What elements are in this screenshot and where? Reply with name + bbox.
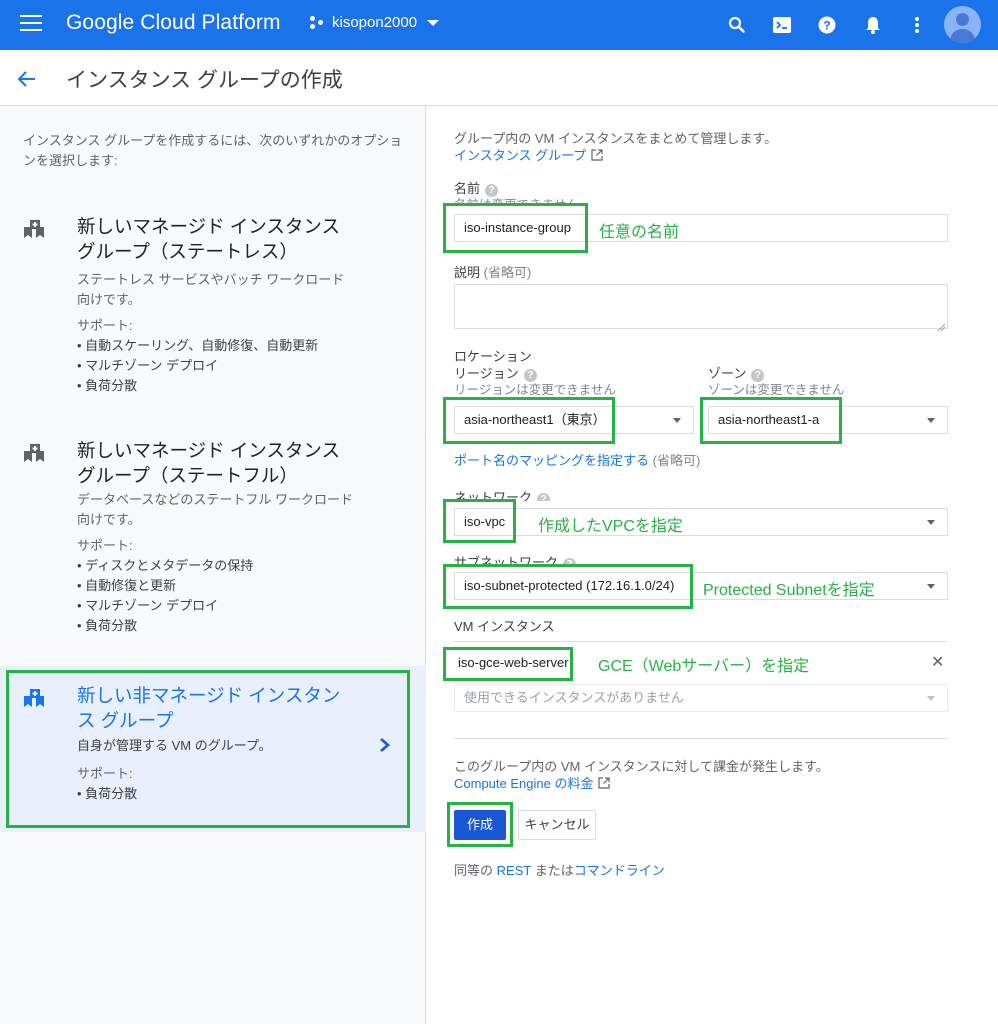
instance-group-icon bbox=[24, 688, 46, 710]
page-header: インスタンス グループの作成 bbox=[0, 50, 998, 106]
support-label: サポート: bbox=[77, 318, 133, 333]
support-item: ディスクとメタデータの保持 bbox=[77, 556, 377, 576]
pricing-link-text: Compute Engine の料金 bbox=[454, 776, 594, 791]
main-menu-icon[interactable] bbox=[20, 15, 42, 33]
dropdown-arrow-icon bbox=[927, 584, 935, 589]
port-mapping-link[interactable]: ポート名のマッピングを指定する bbox=[454, 453, 649, 468]
billing-note: このグループ内の VM インスタンスに対して課金が発生します。 bbox=[454, 759, 829, 774]
region-select[interactable]: asia-northeast1（東京） bbox=[454, 406, 694, 434]
option-title: 新しいマネージド インスタンス グループ（ステートレス） bbox=[77, 216, 341, 262]
dropdown-arrow-icon bbox=[927, 520, 935, 525]
app-brand[interactable]: Google Cloud Platform bbox=[66, 11, 281, 35]
project-icon bbox=[310, 15, 326, 31]
back-arrow-icon[interactable] bbox=[16, 68, 38, 90]
support-item: 負荷分散 bbox=[77, 784, 377, 804]
support-item: マルチゾーン デプロイ bbox=[77, 356, 377, 376]
option-support: サポート: ディスクとメタデータの保持 自動修復と更新 マルチゾーン デプロイ … bbox=[77, 536, 377, 636]
vm-instance-chip: iso-gce-web-server bbox=[458, 655, 569, 670]
search-icon[interactable] bbox=[726, 14, 748, 36]
instance-group-docs-link[interactable]: インスタンス グループ bbox=[454, 147, 603, 165]
divider bbox=[454, 641, 948, 642]
zone-value: asia-northeast1-a bbox=[718, 412, 820, 427]
annotation-name: 任意の名前 bbox=[599, 224, 680, 241]
port-mapping-row: ポート名のマッピングを指定する (省略可) bbox=[454, 452, 700, 470]
option-description: 自身が管理する VM のグループ。 bbox=[77, 738, 272, 753]
optional-label: (省略可) bbox=[652, 453, 701, 468]
subnetwork-value: iso-subnet-protected (172.16.1.0/24) bbox=[464, 578, 675, 593]
create-button[interactable]: 作成 bbox=[454, 810, 506, 840]
option-unmanaged[interactable]: 新しい非マネージド インスタンス グループ 自身が管理する VM のグループ。 … bbox=[0, 666, 426, 832]
notifications-icon[interactable] bbox=[862, 14, 884, 36]
dropdown-arrow-icon bbox=[927, 696, 935, 701]
chevron-down-icon bbox=[427, 19, 440, 26]
create-form: グループ内の VM インスタンスをまとめて管理します。 インスタンス グループ … bbox=[427, 106, 998, 1024]
zone-select[interactable]: asia-northeast1-a bbox=[708, 406, 948, 434]
annotation-network: 作成したVPCを指定 bbox=[538, 518, 683, 535]
option-description: ステートレス サービスやバッチ ワークロード向けです。 bbox=[77, 272, 345, 307]
support-label: サポート: bbox=[77, 538, 133, 553]
open-in-new-icon bbox=[591, 148, 603, 161]
option-support: サポート: 自動スケーリング、自動修復、自動更新 マルチゾーン デプロイ 負荷分… bbox=[77, 316, 377, 396]
project-name: kisopon2000 bbox=[332, 14, 418, 31]
option-list-panel: インスタンス グループを作成するには、次のいずれかのオプションを選択します: 新… bbox=[0, 106, 426, 1024]
pricing-link[interactable]: Compute Engine の料金 bbox=[454, 775, 611, 793]
help-icon[interactable]: ? bbox=[537, 493, 551, 501]
docs-link-text: インスタンス グループ bbox=[454, 148, 587, 163]
description-label: 説明 (省略可) bbox=[454, 265, 532, 280]
subnetwork-label: サブネットワーク? bbox=[454, 552, 577, 566]
more-vert-icon[interactable] bbox=[906, 14, 928, 36]
region-value: asia-northeast1（東京） bbox=[464, 412, 606, 427]
annotation-subnetwork: Protected Subnetを指定 bbox=[703, 582, 875, 599]
name-sublabel: 名前は変更できません。 bbox=[454, 198, 592, 206]
cancel-button[interactable]: キャンセル bbox=[518, 810, 596, 840]
option-managed-stateless[interactable]: 新しいマネージド インスタンス グループ（ステートレス） ステートレス サービス… bbox=[0, 214, 426, 404]
name-value: iso-instance-group bbox=[464, 220, 571, 235]
add-instance-placeholder: 使用できるインスタンスがありません bbox=[464, 690, 684, 705]
support-item: マルチゾーン デプロイ bbox=[77, 596, 377, 616]
network-value: iso-vpc bbox=[464, 514, 506, 529]
option-managed-stateful[interactable]: 新しいマネージド インスタンス グループ（ステートフル） データベースなどのステ… bbox=[0, 438, 426, 648]
resize-grip-icon[interactable] bbox=[937, 318, 946, 332]
annotation-vm: GCE（Webサーバー）を指定 bbox=[598, 658, 810, 675]
or-text: または bbox=[531, 863, 574, 878]
svg-text:?: ? bbox=[823, 19, 830, 33]
equivalent-row: 同等の REST またはコマンドライン bbox=[454, 863, 665, 878]
option-title: 新しい非マネージド インスタンス グループ bbox=[77, 685, 341, 731]
network-label: ネットワーク? bbox=[454, 487, 551, 501]
support-label: サポート: bbox=[77, 766, 133, 781]
divider bbox=[454, 738, 948, 739]
description-textarea[interactable] bbox=[454, 284, 948, 332]
support-item: 自動修復と更新 bbox=[77, 576, 377, 596]
top-app-bar: Google Cloud Platform kisopon2000 ? bbox=[0, 0, 998, 50]
form-intro: グループ内の VM インスタンスをまとめて管理します。 bbox=[454, 131, 778, 146]
cloud-shell-icon[interactable] bbox=[771, 14, 793, 36]
name-input[interactable]: iso-instance-group bbox=[454, 214, 948, 242]
add-instance-select[interactable]: 使用できるインスタンスがありません bbox=[454, 684, 948, 712]
chevron-right-icon bbox=[378, 736, 392, 754]
instance-group-icon bbox=[24, 219, 46, 241]
network-select[interactable]: iso-vpc bbox=[454, 508, 948, 536]
region-sublabel: リージョンは変更できません bbox=[454, 383, 616, 397]
option-support: サポート: 負荷分散 bbox=[77, 764, 377, 804]
open-in-new-icon bbox=[598, 776, 611, 789]
remove-instance-icon[interactable]: ✕ bbox=[931, 652, 944, 672]
option-description: データベースなどのステートフル ワークロード向けです。 bbox=[77, 492, 353, 527]
help-icon[interactable]: ? bbox=[563, 558, 577, 566]
options-intro: インスタンス グループを作成するには、次のいずれかのオプションを選択します: bbox=[23, 133, 403, 168]
option-title: 新しいマネージド インスタンス グループ（ステートフル） bbox=[77, 440, 341, 486]
support-item: 自動スケーリング、自動修復、自動更新 bbox=[77, 336, 377, 356]
dropdown-arrow-icon bbox=[927, 418, 935, 423]
support-item: 負荷分散 bbox=[77, 376, 377, 396]
instance-group-icon bbox=[24, 443, 46, 465]
project-selector[interactable]: kisopon2000 bbox=[310, 14, 440, 31]
dropdown-arrow-icon bbox=[673, 418, 681, 423]
rest-link[interactable]: REST bbox=[497, 863, 531, 878]
help-icon[interactable]: ? bbox=[816, 14, 838, 36]
vm-instances-label: VM インスタンス bbox=[454, 619, 555, 634]
support-item: 負荷分散 bbox=[77, 616, 377, 636]
zone-sublabel: ゾーンは変更できません bbox=[708, 383, 845, 397]
account-avatar[interactable] bbox=[944, 6, 981, 43]
page-title: インスタンス グループの作成 bbox=[66, 69, 343, 92]
command-line-link[interactable]: コマンドライン bbox=[574, 863, 665, 878]
